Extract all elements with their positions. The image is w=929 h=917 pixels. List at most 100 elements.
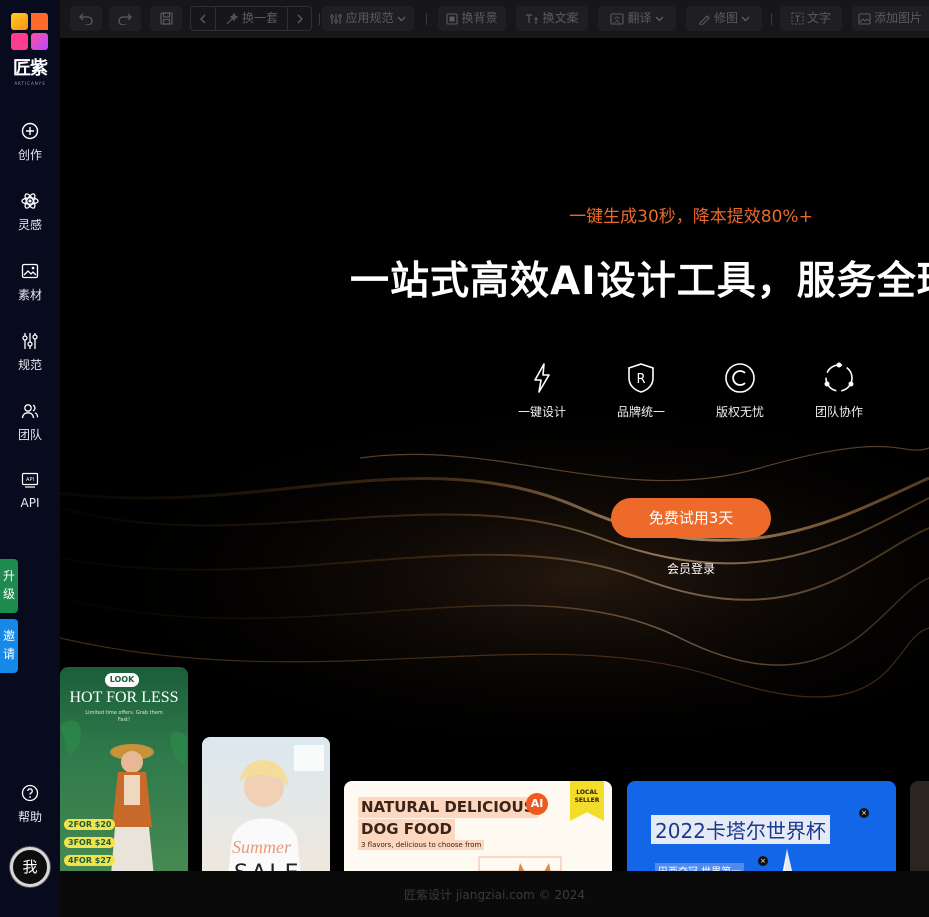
- chevron-left-icon: [200, 14, 206, 23]
- card-sale-text: SALE: [234, 861, 302, 871]
- logo-subtext: ARTICANYS: [14, 81, 46, 86]
- app-logo[interactable]: 匠紫 ARTICANYS: [11, 13, 49, 86]
- change-copy-label: 换文案: [542, 11, 579, 25]
- svg-text:API: API: [26, 477, 34, 483]
- prev-set-button[interactable]: [191, 7, 215, 30]
- template-card-summer-sale[interactable]: Summer SALE: [202, 737, 330, 871]
- logo-mark-icon: [11, 13, 48, 50]
- template-card-world-cup[interactable]: 2022卡塔尔世界杯 巴西夺冠 世界第一 × ×: [627, 781, 896, 871]
- editor-toolbar: 换一套 应用规范 换背景 换文案 文 翻译 修图 文字 添加图片: [60, 0, 929, 38]
- upgrade-button[interactable]: 升级: [0, 559, 18, 613]
- svg-text:R: R: [636, 372, 645, 387]
- undo-button[interactable]: [70, 6, 102, 31]
- sidebar-item-label: 规范: [17, 358, 42, 372]
- apply-spec-label: 应用规范: [345, 11, 394, 25]
- add-image-button[interactable]: 添加图片: [852, 6, 929, 31]
- template-card-partial[interactable]: [910, 781, 929, 871]
- copyright-icon: [725, 363, 755, 393]
- price-tag: 2FOR $20: [64, 819, 116, 830]
- card-subtitle: Limited time offers. Grab them Fast!: [85, 710, 163, 723]
- help-button[interactable]: 帮助: [0, 784, 60, 836]
- sidebar-item-team[interactable]: 团队: [0, 402, 60, 454]
- chevron-right-icon: [297, 14, 303, 23]
- trophy-illustration: [782, 849, 793, 871]
- apply-spec-button[interactable]: 应用规范: [322, 6, 414, 31]
- feature-label: 一键设计: [517, 405, 566, 419]
- image-icon: [21, 263, 39, 279]
- undo-icon: [79, 13, 93, 25]
- magic-wand-icon: [226, 12, 239, 24]
- sidebar-item-label: 创作: [17, 148, 42, 162]
- translate-icon: 文: [610, 12, 625, 25]
- invite-button[interactable]: 邀请: [0, 619, 18, 673]
- image-icon: [858, 12, 871, 25]
- card-title: HOT FOR LESS: [69, 689, 179, 706]
- next-set-button[interactable]: [287, 7, 311, 30]
- redo-button[interactable]: [109, 6, 141, 31]
- text-box-icon: [791, 12, 804, 25]
- toolbar-divider: [771, 13, 772, 25]
- feature-label: 团队协作: [814, 405, 863, 419]
- member-login-link[interactable]: 会员登录: [611, 560, 771, 577]
- sidebar-item-label: 灵感: [17, 218, 42, 232]
- feature-one-click-design: 一键设计: [502, 362, 582, 420]
- change-background-button[interactable]: 换背景: [438, 6, 506, 31]
- feature-label: 版权无忧: [715, 405, 764, 419]
- hero-section: 一键生成30秒，降本提效80%+ 一站式高效AI设计工具，服务全球 一键设计 R…: [60, 38, 929, 871]
- price-tag: 3FOR $24: [64, 837, 116, 848]
- background-icon: [446, 12, 459, 25]
- translate-label: 翻译: [627, 11, 652, 25]
- translate-button[interactable]: 文 翻译: [598, 6, 676, 31]
- sliders-icon: [330, 13, 343, 24]
- sidebar-item-inspiration[interactable]: 灵感: [0, 192, 60, 244]
- avatar[interactable]: 我: [10, 847, 50, 887]
- sidebar-item-label: 素材: [17, 288, 42, 302]
- chevron-down-icon: [397, 16, 405, 21]
- sliders-icon: [22, 333, 38, 349]
- sidebar-item-api[interactable]: API API: [0, 472, 60, 524]
- free-trial-button[interactable]: 免费试用3天: [611, 498, 771, 538]
- swap-set-label: 换一套: [241, 11, 278, 25]
- save-icon: [159, 12, 173, 25]
- save-button[interactable]: [150, 6, 182, 31]
- template-card-hot-for-less[interactable]: LOOK HOT FOR LESS Limited time offers. G…: [60, 667, 188, 871]
- users-icon: [21, 404, 39, 419]
- swap-set-button[interactable]: 换一套: [215, 7, 287, 30]
- hero-tagline: 一键生成30秒，降本提效80%+: [569, 207, 813, 227]
- help-circle-icon: [21, 784, 39, 802]
- retouch-button[interactable]: 修图: [686, 6, 762, 31]
- add-image-label: 添加图片: [874, 11, 923, 25]
- brush-icon: [699, 15, 710, 25]
- price-tag: 4FOR $27: [64, 855, 116, 866]
- toolbar-divider: [426, 13, 427, 25]
- swap-set-group: 换一套: [190, 6, 312, 31]
- add-text-button[interactable]: 文字: [780, 6, 842, 31]
- change-background-label: 换背景: [461, 11, 498, 25]
- text-swap-icon: [526, 13, 539, 24]
- feature-label: 品牌统一: [616, 405, 665, 419]
- sidebar-item-spec[interactable]: 规范: [0, 332, 60, 384]
- look-badge: LOOK: [105, 673, 139, 687]
- retouch-label: 修图: [713, 11, 738, 25]
- sidebar-item-label: 团队: [17, 428, 42, 442]
- feature-copyright-free: 版权无忧: [700, 362, 780, 420]
- lightning-icon: [534, 363, 550, 393]
- chevron-down-icon: [655, 16, 663, 21]
- redo-icon: [118, 13, 132, 25]
- hero-headline: 一站式高效AI设计工具，服务全球: [350, 259, 929, 304]
- feature-team-collaboration: 团队协作: [799, 362, 879, 420]
- logo-text: 匠紫: [13, 58, 48, 79]
- sidebar: 匠紫 ARTICANYS 创作 灵感 素材 规范 团队 API API 升级 邀…: [0, 0, 60, 917]
- plus-circle-icon: [21, 122, 39, 140]
- sidebar-item-assets[interactable]: 素材: [0, 262, 60, 314]
- svg-text:文: 文: [614, 15, 621, 24]
- change-copy-button[interactable]: 换文案: [516, 6, 588, 31]
- api-icon: API: [21, 472, 39, 488]
- feature-brand-consistency: R 品牌统一: [601, 362, 681, 420]
- atom-icon: [21, 193, 39, 209]
- template-card-dog-food[interactable]: NATURAL DELICIOUS DOG FOOD 3 flavors, de…: [344, 781, 612, 871]
- add-text-label: 文字: [806, 11, 831, 25]
- chevron-down-icon: [741, 16, 750, 21]
- help-label: 帮助: [17, 810, 42, 824]
- sidebar-item-create[interactable]: 创作: [0, 122, 60, 174]
